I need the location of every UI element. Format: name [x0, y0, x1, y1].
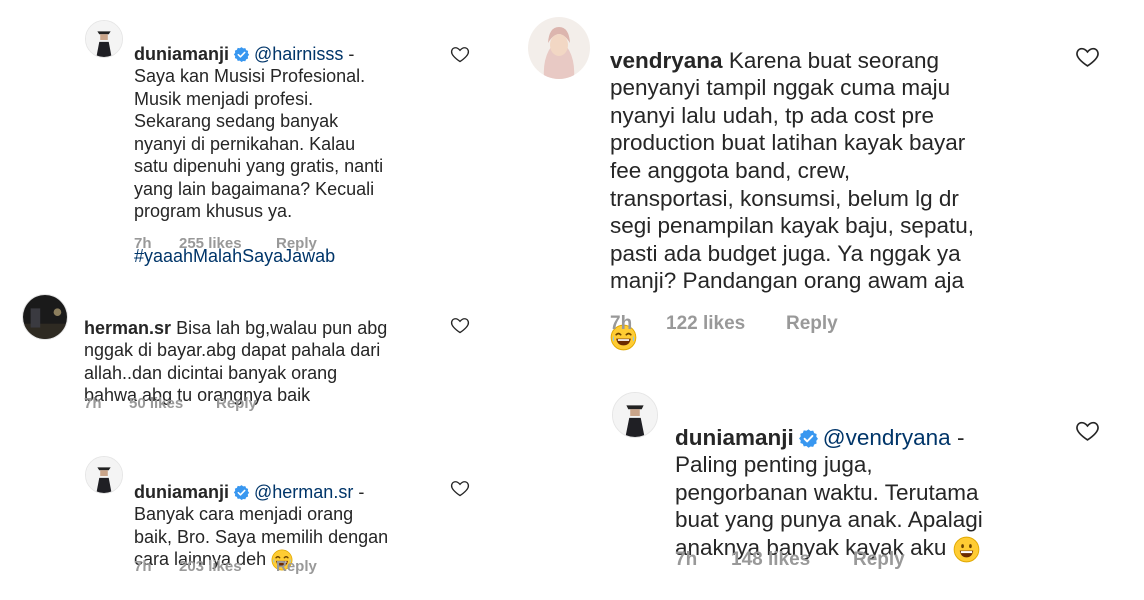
- heart-outline-icon[interactable]: [450, 315, 470, 335]
- comment-time: 7h: [675, 549, 698, 570]
- avatar[interactable]: [22, 294, 68, 340]
- comment-username[interactable]: herman.sr: [84, 318, 171, 338]
- comment-username[interactable]: duniamanji: [134, 482, 229, 502]
- likes-count[interactable]: 148 likes: [731, 549, 853, 571]
- heart-outline-icon[interactable]: [1075, 418, 1100, 443]
- comment-mention[interactable]: @vendryana: [823, 425, 951, 450]
- reply-button[interactable]: Reply: [276, 558, 317, 575]
- comment-username[interactable]: vendryana: [610, 48, 723, 73]
- likes-count[interactable]: 203 likes: [179, 558, 276, 575]
- reply-button[interactable]: Reply: [276, 235, 317, 252]
- comment-item: duniamanji @vendryana - Paling penting ju…: [571, 380, 1144, 600]
- comment-time: 7h: [134, 235, 152, 252]
- likes-count[interactable]: 50 likes: [129, 395, 216, 412]
- comment-meta: 7h 122 likes Reply: [610, 313, 838, 335]
- comment-item: herman.sr Bisa lah bg,walau pun abg ngga…: [0, 270, 565, 430]
- verified-badge-icon: [233, 46, 250, 63]
- comment-body: duniamanji @herman.sr - Banyak cara menja…: [134, 458, 434, 571]
- avatar[interactable]: [612, 392, 658, 438]
- comment-mention[interactable]: @herman.sr: [254, 482, 353, 502]
- reply-button[interactable]: Reply: [786, 313, 838, 335]
- comment-mention[interactable]: @hairnisss: [254, 44, 343, 64]
- comment-item: duniamanji @herman.sr - Banyak cara menja…: [0, 440, 565, 600]
- avatar[interactable]: [528, 17, 590, 79]
- grinning-emoji-icon: [953, 536, 980, 563]
- comment-time: 7h: [84, 395, 102, 412]
- likes-count[interactable]: 122 likes: [666, 313, 786, 335]
- comment-body: duniamanji @vendryana - Paling penting ju…: [675, 396, 1065, 563]
- comment-meta: 7h 50 likes Reply: [84, 395, 257, 412]
- comment-body: duniamanji @hairnisss - Saya kan Musisi P…: [134, 20, 434, 268]
- comment-time: 7h: [610, 313, 633, 334]
- heart-outline-icon[interactable]: [450, 44, 470, 64]
- comment-text: Karena buat seorang penyanyi tampil ngga…: [610, 47, 974, 294]
- comment-body: herman.sr Bisa lah bg,walau pun abg ngga…: [84, 294, 424, 407]
- avatar[interactable]: [85, 456, 123, 494]
- reply-button[interactable]: Reply: [853, 549, 905, 571]
- comment-body: vendryana Karena buat seorang penyanyi t…: [610, 19, 1060, 351]
- comment-time: 7h: [134, 558, 152, 575]
- comment-meta: 7h 255 likes Reply: [134, 235, 317, 252]
- verified-badge-icon: [233, 484, 250, 501]
- comment-username[interactable]: duniamanji: [134, 44, 229, 64]
- comment-item: vendryana Karena buat seorang penyanyi t…: [528, 0, 1144, 360]
- comment-meta: 7h 148 likes Reply: [675, 549, 905, 571]
- comment-item: duniamanji @hairnisss - Saya kan Musisi P…: [0, 0, 565, 270]
- verified-badge-icon: [798, 428, 819, 449]
- heart-outline-icon[interactable]: [450, 478, 470, 498]
- heart-outline-icon[interactable]: [1075, 44, 1100, 69]
- comment-meta: 7h 203 likes Reply: [134, 558, 317, 575]
- likes-count[interactable]: 255 likes: [179, 235, 276, 252]
- comment-username[interactable]: duniamanji: [675, 425, 794, 450]
- avatar[interactable]: [85, 20, 123, 58]
- comment-text: - Saya kan Musisi Profesional. Musik men…: [134, 43, 384, 222]
- reply-button[interactable]: Reply: [216, 395, 257, 412]
